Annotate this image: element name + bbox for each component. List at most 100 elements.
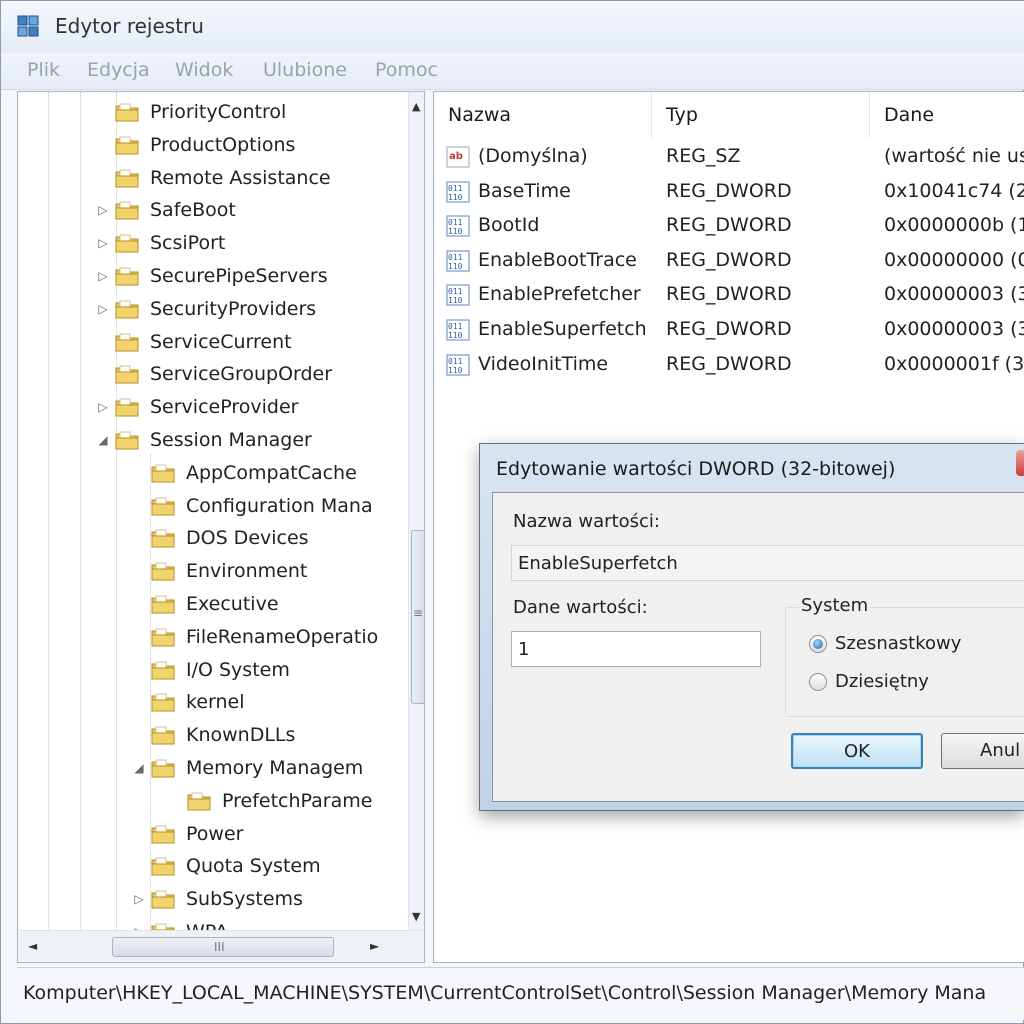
folder-icon (115, 300, 139, 319)
expand-arrow-icon[interactable]: ▷ (96, 236, 110, 250)
svg-text:ab: ab (449, 151, 463, 162)
registry-path: Komputer\HKEY_LOCAL_MACHINE\SYSTEM\Curre… (23, 982, 987, 1004)
tree-node[interactable]: ▷ ScsiPort (96, 227, 225, 259)
value-data-input[interactable] (511, 631, 761, 667)
svg-text:110: 110 (448, 331, 463, 340)
tree-node[interactable]: Executive (132, 588, 279, 620)
menu-edit[interactable]: Edycja (87, 59, 150, 81)
collapse-arrow-icon[interactable]: ◢ (132, 761, 146, 775)
tree-node[interactable]: PriorityControl (96, 96, 286, 128)
tree-node-label: Session Manager (150, 429, 312, 451)
folder-icon (151, 693, 175, 712)
value-row[interactable]: 011110 BaseTime REG_DWORD 0x10041c74 (26 (434, 175, 1024, 209)
folder-icon (115, 365, 139, 384)
base-hex-radio[interactable]: Szesnastkowy (809, 633, 961, 654)
status-bar: Komputer\HKEY_LOCAL_MACHINE\SYSTEM\Curre… (17, 967, 1024, 1020)
tree-node-label: SecurityProviders (150, 297, 317, 320)
value-row[interactable]: 011 110 VideoInitTime REG_DWORD 0x0000001f (… (434, 348, 1024, 382)
tree-node[interactable]: Remote Assistance (96, 162, 331, 194)
tree-node[interactable]: KnownDLLs (132, 719, 295, 751)
tree-node[interactable]: ServiceCurrent (96, 326, 292, 358)
tree-node[interactable]: ◢ Memory Managem (132, 752, 363, 784)
radio-selected-icon (809, 634, 827, 653)
svg-text:011: 011 (448, 218, 463, 227)
tree-node[interactable]: I/O System (132, 654, 290, 686)
menu-view[interactable]: Widok (175, 59, 233, 81)
tree-node[interactable]: ServiceGroupOrder (96, 358, 332, 390)
value-name-cell: EnablePrefetcher (478, 283, 641, 306)
folder-icon (151, 661, 175, 680)
svg-text:110: 110 (448, 262, 463, 271)
tree-node[interactable]: FileRenameOperatio (132, 621, 378, 653)
tree-horizontal-scrollbar[interactable]: ◄ III ► (18, 930, 424, 962)
title-bar[interactable]: Edytor rejestru (1, 1, 1024, 53)
value-type-cell: REG_SZ (666, 145, 741, 167)
folder-icon (151, 890, 175, 909)
tree-node[interactable]: Environment (132, 555, 307, 587)
folder-icon (151, 595, 175, 614)
value-data-cell: 0x00000003 (3) (884, 318, 1024, 340)
folder-icon (115, 136, 139, 155)
menu-help[interactable]: Pomoc (375, 59, 438, 81)
tree-node[interactable]: PrefetchParame (168, 785, 372, 817)
registry-editor-app-icon (17, 15, 39, 37)
value-row[interactable]: ab (Domyślna) REG_SZ (wartość nie us (434, 140, 1024, 174)
scroll-right-icon[interactable]: ► (370, 939, 379, 953)
value-name-field[interactable] (511, 545, 1024, 581)
value-data-cell: (wartość nie us (884, 145, 1024, 167)
expand-arrow-icon[interactable]: ▷ (96, 302, 110, 316)
scroll-left-icon[interactable]: ◄ (28, 939, 37, 953)
cancel-button[interactable]: Anul (941, 733, 1024, 769)
dialog-title: Edytowanie wartości DWORD (32-bitowej) (496, 458, 896, 480)
menu-favorites[interactable]: Ulubione (263, 59, 347, 81)
base-dec-radio[interactable]: Dziesiętny (809, 671, 929, 692)
expand-arrow-icon[interactable]: ▷ (96, 203, 110, 217)
folder-icon (115, 333, 139, 352)
dialog-body: Nazwa wartości: Dane wartości: System Sz… (492, 492, 1024, 802)
tree-node[interactable]: ▷ SubSystems (132, 883, 303, 915)
tree-node[interactable]: DOS Devices (132, 522, 309, 554)
expand-arrow-icon[interactable]: ▷ (96, 400, 110, 414)
registry-key-tree[interactable]: PriorityControl ProductOptions Remote Assi… (17, 91, 425, 963)
base-group-box (785, 607, 1024, 717)
expand-arrow-icon[interactable]: ▷ (132, 892, 146, 906)
tree-node[interactable]: ProductOptions (96, 129, 295, 161)
ok-button[interactable]: OK (791, 733, 923, 769)
column-header-name[interactable]: Nazwa (434, 92, 652, 138)
tree-node-label: SecurePipeServers (150, 265, 328, 287)
value-data-cell: 0x0000001f (31 (884, 352, 1024, 375)
binary-value-icon: 011110 (446, 319, 470, 341)
value-name-label: Nazwa wartości: (513, 511, 660, 532)
value-row[interactable]: 011110 BootId REG_DWORD 0x0000000b (11 (434, 209, 1024, 243)
column-header-data[interactable]: Dane (870, 92, 1024, 138)
scroll-up-icon[interactable]: ▲ (412, 100, 420, 113)
value-row[interactable]: 011 110 EnableBootTrace REG_DWORD 0x00000000… (434, 244, 1024, 278)
tree-node[interactable]: Configuration Mana (132, 490, 373, 522)
tree-node[interactable]: ▷ SecurityProviders (96, 293, 316, 325)
scroll-down-icon[interactable]: ▼ (412, 910, 420, 923)
value-row[interactable]: 011 110 EnablePrefetcher REG_DWORD 0x0000000… (434, 278, 1024, 312)
folder-icon (151, 497, 175, 516)
dialog-close-icon[interactable] (1016, 450, 1024, 476)
tree-vertical-scrollbar[interactable]: ▲ ≡ ▼ (408, 92, 424, 930)
svg-text:110: 110 (448, 193, 463, 202)
tree-node-label: KnownDLLs (186, 724, 296, 747)
tree-node[interactable]: ▷ SecurePipeServers (96, 260, 328, 292)
menu-file[interactable]: Plik (27, 59, 60, 81)
tree-node[interactable]: AppCompatCache (132, 457, 357, 489)
tree-guide-line (80, 92, 81, 930)
value-type-cell: REG_DWORD (666, 179, 792, 202)
tree-node-label: Configuration Mana (186, 494, 373, 517)
tree-node-label: SubSystems (186, 888, 303, 911)
tree-node[interactable]: Power (132, 818, 243, 850)
value-row[interactable]: 011 110 EnableSuperfetch REG_DWORD 0x0000000… (434, 313, 1024, 347)
tree-node[interactable]: Quota System (132, 850, 321, 882)
tree-node-label: ServiceProvider (150, 396, 299, 419)
column-header-type[interactable]: Typ (652, 92, 870, 138)
tree-node[interactable]: ▷ ServiceProvider (96, 391, 298, 423)
tree-node[interactable]: ▷ SafeBoot (96, 194, 235, 226)
tree-node[interactable]: kernel (132, 686, 245, 718)
expand-arrow-icon[interactable]: ▷ (96, 269, 110, 283)
collapse-arrow-icon[interactable]: ◢ (96, 433, 110, 447)
tree-node[interactable]: ◢ Session Manager (96, 424, 312, 456)
